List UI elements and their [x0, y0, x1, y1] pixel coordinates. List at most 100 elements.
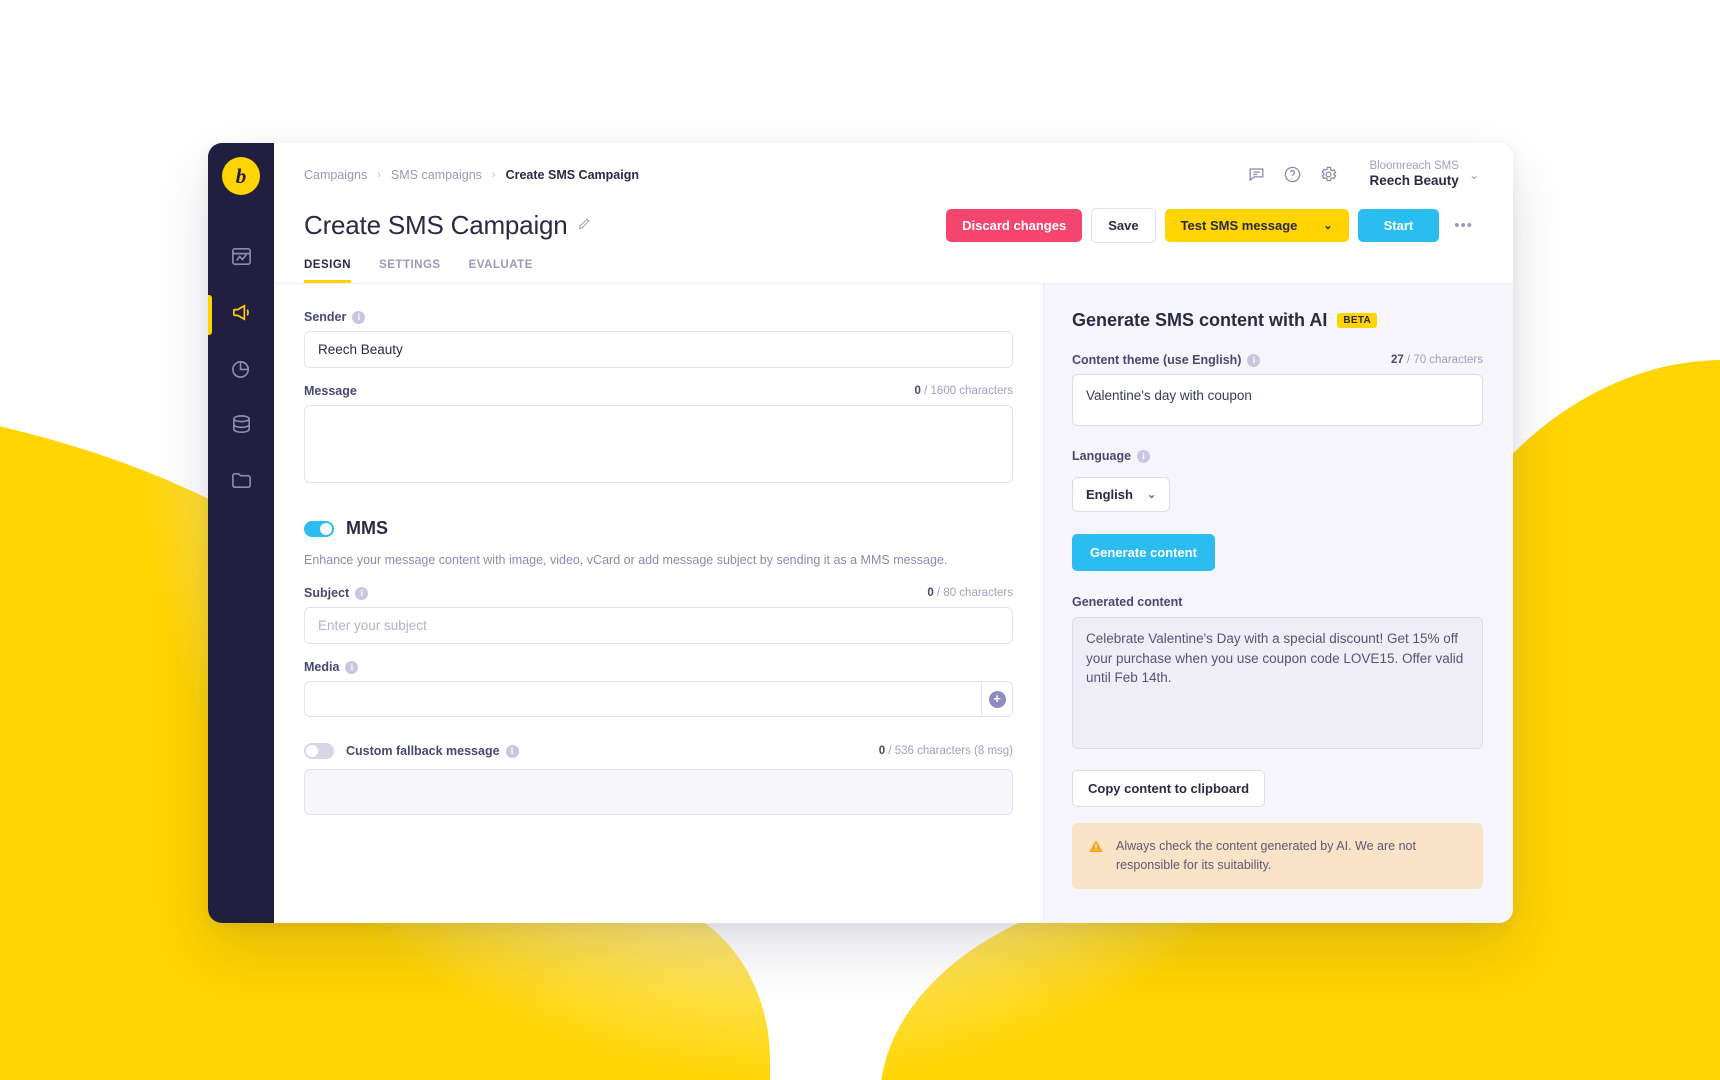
plus-circle-icon: +	[989, 691, 1006, 708]
tab-evaluate[interactable]: EVALUATE	[469, 259, 533, 283]
main-area: Campaigns › SMS campaigns › Create SMS C…	[274, 143, 1513, 923]
sidebar-item-analytics[interactable]	[208, 343, 274, 399]
subject-input[interactable]	[304, 607, 1013, 644]
header-actions: Discard changes Save Test SMS message ⌄ …	[946, 208, 1479, 243]
design-form: Sender i Message 0 / 1600 characters MMS…	[274, 284, 1043, 923]
media-field: +	[304, 681, 1013, 717]
media-input[interactable]	[304, 681, 981, 717]
mms-description: Enhance your message content with image,…	[304, 551, 954, 570]
info-icon[interactable]: i	[1247, 354, 1260, 367]
page-title: Create SMS Campaign	[304, 210, 568, 241]
generated-content-label: Generated content	[1072, 595, 1483, 609]
subject-label: Subject	[304, 586, 349, 600]
megaphone-icon	[230, 301, 253, 329]
brand-logo[interactable]: b	[222, 157, 260, 195]
theme-counter-value: 27	[1391, 354, 1404, 366]
chat-icon[interactable]	[1247, 165, 1266, 184]
topbar: Campaigns › SMS campaigns › Create SMS C…	[274, 143, 1513, 283]
pie-chart-icon	[230, 357, 253, 385]
fallback-textarea[interactable]	[304, 769, 1013, 815]
ai-warning-text: Always check the content generated by AI…	[1116, 837, 1467, 875]
fallback-label: Custom fallback message	[346, 744, 500, 758]
media-label: Media	[304, 660, 339, 674]
save-button[interactable]: Save	[1091, 208, 1155, 243]
ai-panel-title: Generate SMS content with AI	[1072, 310, 1327, 331]
ai-panel-header: Generate SMS content with AI BETA	[1072, 310, 1483, 331]
more-options-button[interactable]: •••	[1448, 213, 1479, 238]
content-area: Sender i Message 0 / 1600 characters MMS…	[274, 283, 1513, 923]
message-textarea[interactable]	[304, 405, 1013, 483]
account-name: Reech Beauty	[1369, 173, 1458, 190]
info-icon[interactable]: i	[345, 661, 358, 674]
account-workspace: Bloomreach SMS	[1369, 159, 1458, 173]
sidebar-item-data[interactable]	[208, 399, 274, 455]
account-switcher[interactable]: Bloomreach SMS Reech Beauty ⌄	[1369, 159, 1479, 190]
generate-content-button[interactable]: Generate content	[1072, 534, 1215, 571]
dashboard-icon	[230, 245, 253, 273]
add-media-button[interactable]: +	[981, 681, 1013, 717]
test-sms-message-button[interactable]: Test SMS message ⌄	[1165, 209, 1349, 242]
message-label: Message	[304, 384, 357, 398]
test-sms-label: Test SMS message	[1181, 218, 1298, 233]
tab-settings[interactable]: SETTINGS	[379, 259, 441, 283]
content-theme-label: Content theme (use English)	[1072, 353, 1241, 367]
breadcrumb-separator: ›	[377, 169, 381, 181]
language-label-row: Language i	[1072, 449, 1483, 463]
help-icon[interactable]	[1283, 165, 1302, 184]
subject-counter-rest: / 80 characters	[934, 587, 1013, 599]
info-icon[interactable]: i	[506, 745, 519, 758]
tab-design[interactable]: DESIGN	[304, 259, 351, 283]
warning-triangle-icon	[1088, 838, 1104, 859]
ai-generation-panel: Generate SMS content with AI BETA Conten…	[1043, 284, 1513, 923]
sender-input[interactable]	[304, 331, 1013, 368]
subject-counter: 0 / 80 characters	[927, 587, 1013, 599]
sender-label: Sender	[304, 310, 346, 324]
sidebar-item-dashboard[interactable]	[208, 231, 274, 287]
info-icon[interactable]: i	[355, 587, 368, 600]
media-label-row: Media i	[304, 660, 1013, 674]
theme-counter: 27 / 70 characters	[1391, 354, 1483, 366]
fallback-counter-rest: / 536 characters (8 msg)	[885, 745, 1013, 757]
pencil-icon[interactable]	[577, 216, 592, 236]
app-window: b	[208, 143, 1513, 923]
language-select[interactable]: English ⌄	[1072, 477, 1170, 512]
message-counter-rest: / 1600 characters	[921, 385, 1013, 397]
sender-label-row: Sender i	[304, 310, 1013, 324]
beta-badge: BETA	[1337, 313, 1377, 328]
mms-toggle[interactable]	[304, 521, 334, 537]
info-icon[interactable]: i	[352, 311, 365, 324]
breadcrumb-separator: ›	[492, 169, 496, 181]
info-icon[interactable]: i	[1137, 450, 1150, 463]
chevron-down-icon: ⌄	[1469, 168, 1479, 182]
generated-content-textarea[interactable]	[1072, 617, 1483, 749]
breadcrumb-item-campaigns[interactable]: Campaigns	[304, 168, 367, 182]
breadcrumb-item-current: Create SMS Campaign	[506, 168, 639, 182]
mms-toggle-row: MMS	[304, 518, 1013, 539]
breadcrumb-item-sms-campaigns[interactable]: SMS campaigns	[391, 168, 482, 182]
theme-label-row: Content theme (use English) i 27 / 70 ch…	[1072, 353, 1483, 367]
database-icon	[230, 413, 253, 441]
mms-label: MMS	[346, 518, 388, 539]
message-counter: 0 / 1600 characters	[915, 385, 1013, 397]
content-theme-textarea[interactable]	[1072, 374, 1483, 426]
sidebar: b	[208, 143, 274, 923]
chevron-down-icon: ⌄	[1147, 488, 1156, 501]
folder-icon	[230, 469, 253, 497]
start-button[interactable]: Start	[1358, 209, 1440, 242]
topbar-icons: Bloomreach SMS Reech Beauty ⌄	[1247, 159, 1479, 190]
gear-icon[interactable]	[1319, 165, 1338, 184]
fallback-toggle-row: Custom fallback message i 0 / 536 charac…	[304, 743, 1013, 759]
sidebar-item-campaigns[interactable]	[208, 287, 274, 343]
subject-label-row: Subject i 0 / 80 characters	[304, 586, 1013, 600]
breadcrumb: Campaigns › SMS campaigns › Create SMS C…	[304, 168, 639, 182]
tab-bar: DESIGN SETTINGS EVALUATE	[304, 259, 1479, 283]
fallback-counter: 0 / 536 characters (8 msg)	[879, 745, 1013, 757]
discard-changes-button[interactable]: Discard changes	[946, 209, 1082, 242]
copy-to-clipboard-button[interactable]: Copy content to clipboard	[1072, 770, 1265, 807]
custom-fallback-toggle[interactable]	[304, 743, 334, 759]
chevron-down-icon: ⌄	[1323, 219, 1332, 232]
ai-warning-banner: Always check the content generated by AI…	[1072, 823, 1483, 889]
message-label-row: Message 0 / 1600 characters	[304, 384, 1013, 398]
language-label: Language	[1072, 449, 1131, 463]
sidebar-item-assets[interactable]	[208, 455, 274, 511]
